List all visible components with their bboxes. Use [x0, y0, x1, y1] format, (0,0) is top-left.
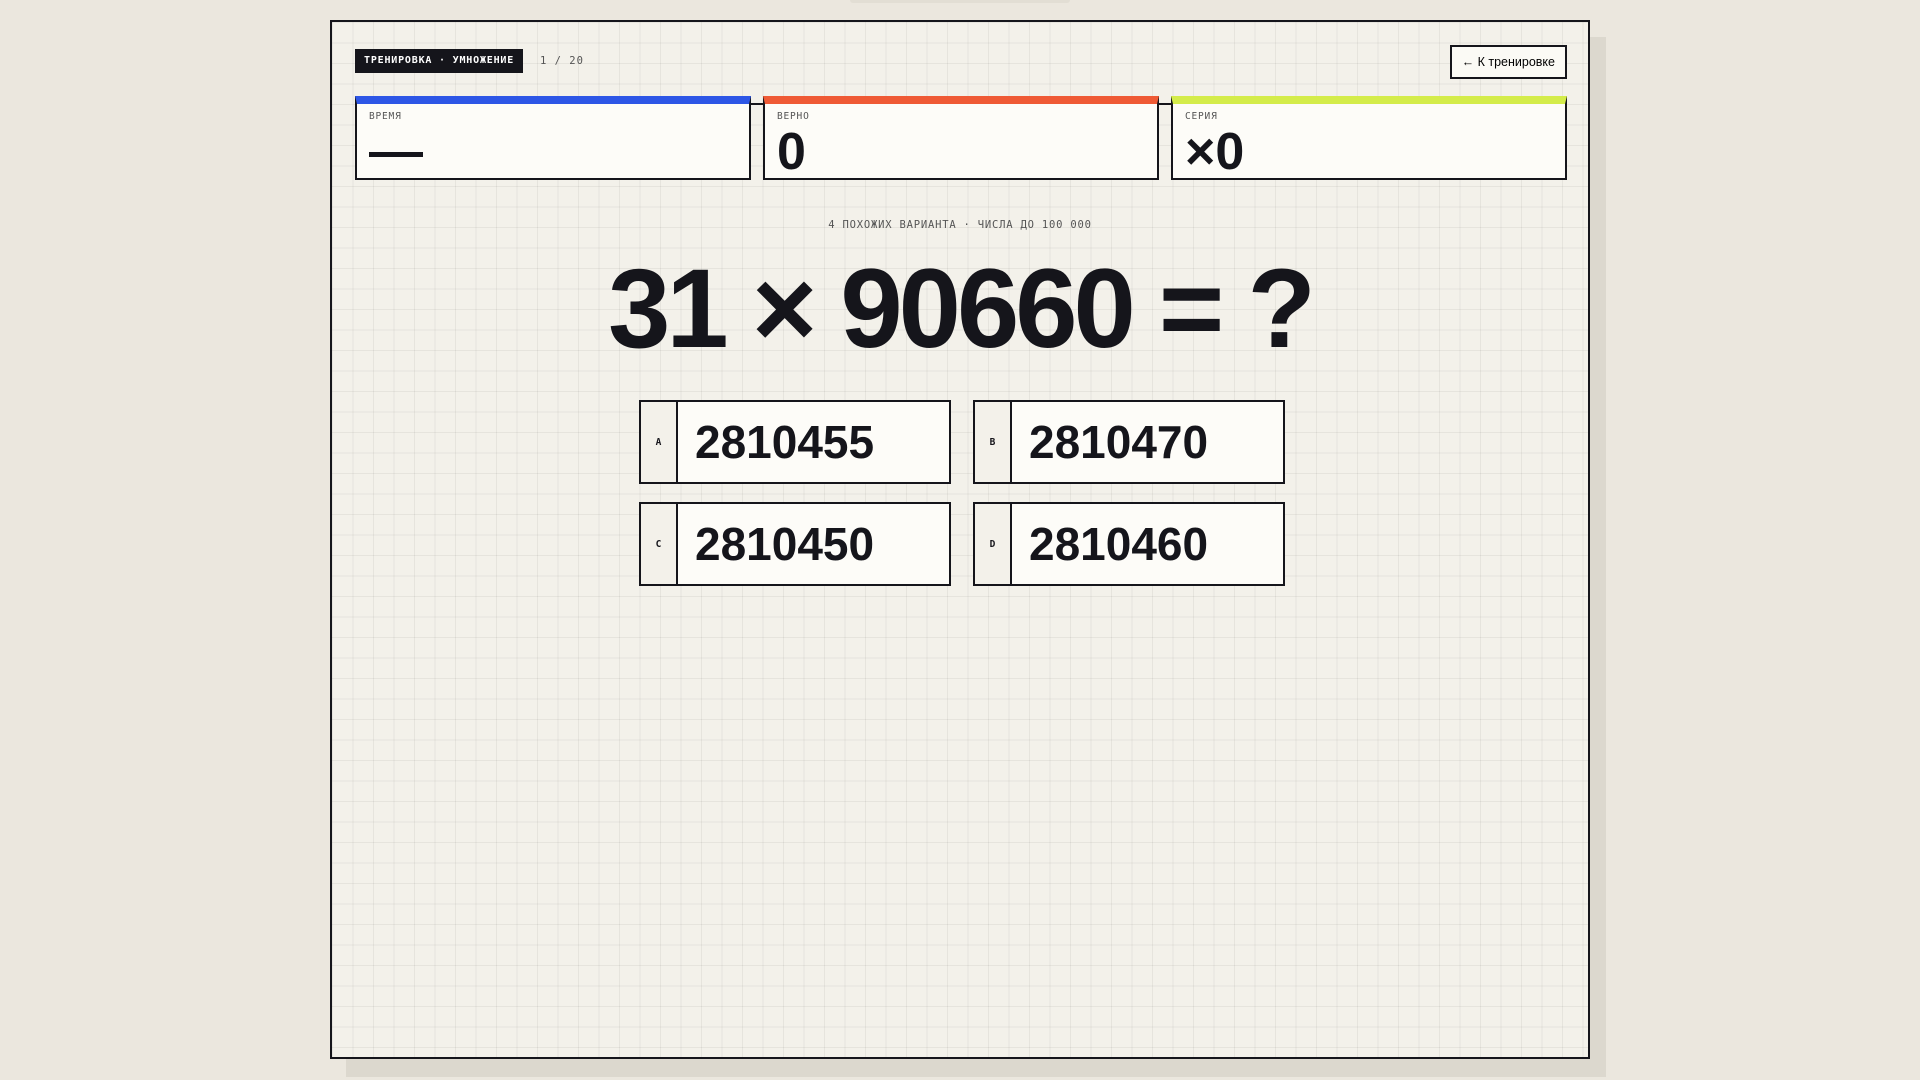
question-hint: 4 ПОХОЖИХ ВАРИАНТА · ЧИСЛА ДО 100 000	[828, 219, 1092, 231]
answer-option-d[interactable]: D 2810460	[973, 502, 1285, 586]
answer-value: 2810470	[1029, 416, 1209, 468]
stat-streak-label: СЕРИЯ	[1185, 111, 1218, 122]
answer-value: 2810455	[695, 416, 875, 468]
answer-letter: C	[641, 504, 678, 584]
answer-letter: B	[975, 402, 1012, 482]
quiz-card: ТРЕНИРОВКА · УМНОЖЕНИЕ 1 / 20 ← К тренир…	[330, 20, 1590, 1059]
time-placeholder-dash	[369, 152, 423, 157]
answer-letter: A	[641, 402, 678, 482]
stat-streak: СЕРИЯ ×0	[1171, 96, 1567, 180]
answer-letter: D	[975, 504, 1012, 584]
stat-time: ВРЕМЯ	[355, 96, 751, 180]
question-progress: 1 / 20	[540, 55, 584, 67]
stat-correct-label: ВЕРНО	[777, 111, 810, 122]
answer-option-a[interactable]: A 2810455	[639, 400, 951, 484]
answer-option-b[interactable]: B 2810470	[973, 400, 1285, 484]
stat-streak-value: ×0	[1185, 123, 1245, 181]
question-text: 31 × 90660 = ?	[608, 246, 1316, 371]
mode-badge: ТРЕНИРОВКА · УМНОЖЕНИЕ	[355, 49, 524, 73]
stat-time-label: ВРЕМЯ	[369, 111, 402, 122]
answer-value: 2810460	[1029, 518, 1209, 570]
back-to-training-button[interactable]: ← К тренировке	[1449, 45, 1567, 79]
answer-option-c[interactable]: C 2810450	[639, 502, 951, 586]
stats-panel: ВРЕМЯ ВЕРНО 0 СЕРИЯ ×0	[355, 96, 1567, 180]
answer-value: 2810450	[695, 518, 875, 570]
top-tab-decoration	[850, 0, 1070, 3]
stat-correct: ВЕРНО 0	[763, 96, 1159, 180]
stat-correct-value: 0	[777, 123, 806, 181]
